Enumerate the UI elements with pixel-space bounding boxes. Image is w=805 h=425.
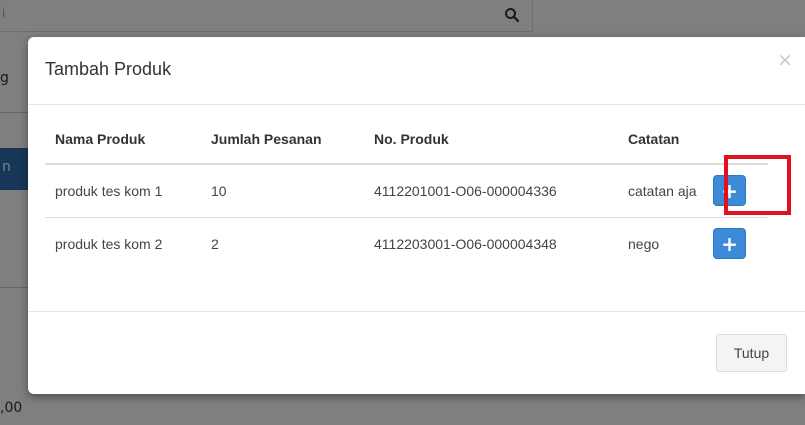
modal-header: Tambah Produk × [28, 37, 805, 105]
table-header-row: Nama Produk Jumlah Pesanan No. Produk Ca… [45, 131, 768, 165]
close-icon[interactable]: × [777, 51, 793, 70]
cell-product-name: produk tes kom 1 [45, 164, 201, 218]
cell-quantity: 10 [201, 164, 364, 218]
table-row: produk tes kom 2 2 4112203001-O06-000004… [45, 217, 768, 270]
add-product-button[interactable]: + [713, 228, 746, 260]
cell-product-number: 4112201001-O06-000004336 [364, 164, 618, 218]
cell-product-name: produk tes kom 2 [55, 235, 163, 252]
product-table: Nama Produk Jumlah Pesanan No. Produk Ca… [45, 131, 768, 270]
modal-body: Nama Produk Jumlah Pesanan No. Produk Ca… [45, 131, 788, 270]
highlight-box [724, 155, 791, 215]
cell-note: nego [628, 235, 660, 252]
cell-note: catatan aja [618, 164, 713, 218]
column-header-quantity: Jumlah Pesanan [201, 131, 364, 165]
column-header-name: Nama Produk [45, 131, 201, 165]
add-product-modal: Tambah Produk × Nama Produk Jumlah Pesan… [28, 37, 805, 394]
close-button[interactable]: Tutup [716, 334, 787, 372]
modal-footer: Tutup [28, 311, 805, 394]
cell-action: + [713, 217, 768, 270]
modal-title: Tambah Produk [45, 59, 172, 79]
cell-product-number: 4112203001-O06-000004348 [374, 235, 557, 252]
table-row: produk tes kom 1 10 4112201001-O06-00000… [45, 164, 768, 218]
column-header-product-number: No. Produk [364, 131, 618, 165]
cell-quantity: 2 [211, 235, 219, 252]
column-header-note: Catatan [618, 131, 713, 165]
